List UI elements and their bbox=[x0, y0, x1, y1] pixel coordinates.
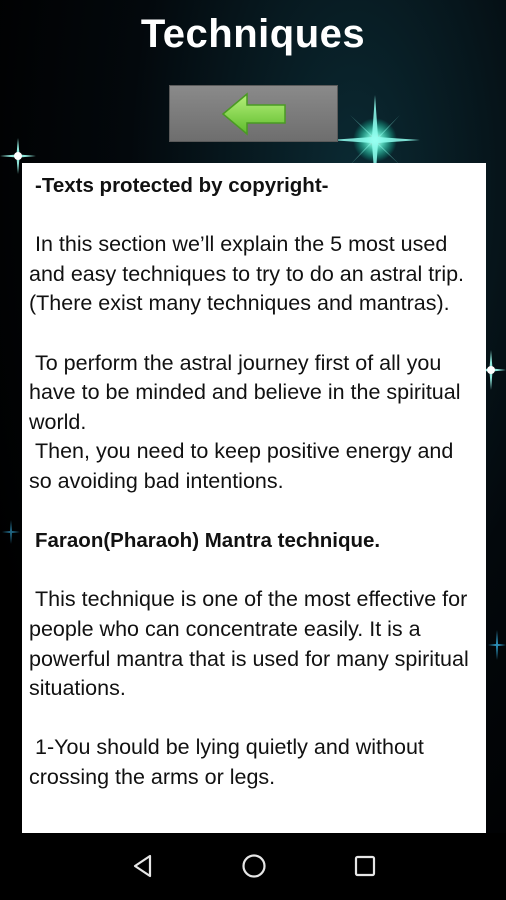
step-1-paragraph: 1-You should be lying quietly and withou… bbox=[29, 735, 424, 789]
nav-back-icon bbox=[133, 854, 152, 878]
nav-recents-button[interactable] bbox=[350, 851, 380, 881]
left-arrow-icon bbox=[221, 91, 286, 136]
star-sparkle-icon bbox=[2, 520, 20, 544]
intro-paragraph: In this section we’ll explain the 5 most… bbox=[29, 232, 465, 316]
nav-back-button[interactable] bbox=[128, 851, 158, 881]
nav-recents-icon bbox=[354, 855, 376, 877]
preparation-paragraph: To perform the astral journey first of a… bbox=[29, 350, 461, 434]
article-text-panel[interactable]: -Texts protected by copyright- In this s… bbox=[22, 163, 486, 833]
app-screen: Techniques -Texts protected by copyright… bbox=[0, 0, 506, 900]
copyright-notice: -Texts protected by copyright- bbox=[35, 174, 329, 197]
preparation-paragraph-2: Then, you need to keep positive energy a… bbox=[29, 439, 454, 493]
technique-heading: Faraon(Pharaoh) Mantra technique. bbox=[35, 529, 381, 553]
technique-description: This technique is one of the most effect… bbox=[29, 587, 469, 701]
back-button[interactable] bbox=[169, 85, 338, 142]
nav-home-icon bbox=[242, 854, 266, 878]
system-nav-bar bbox=[0, 833, 506, 900]
star-sparkle-icon bbox=[488, 630, 506, 660]
page-title: Techniques bbox=[140, 12, 366, 56]
nav-home-button[interactable] bbox=[239, 851, 269, 881]
